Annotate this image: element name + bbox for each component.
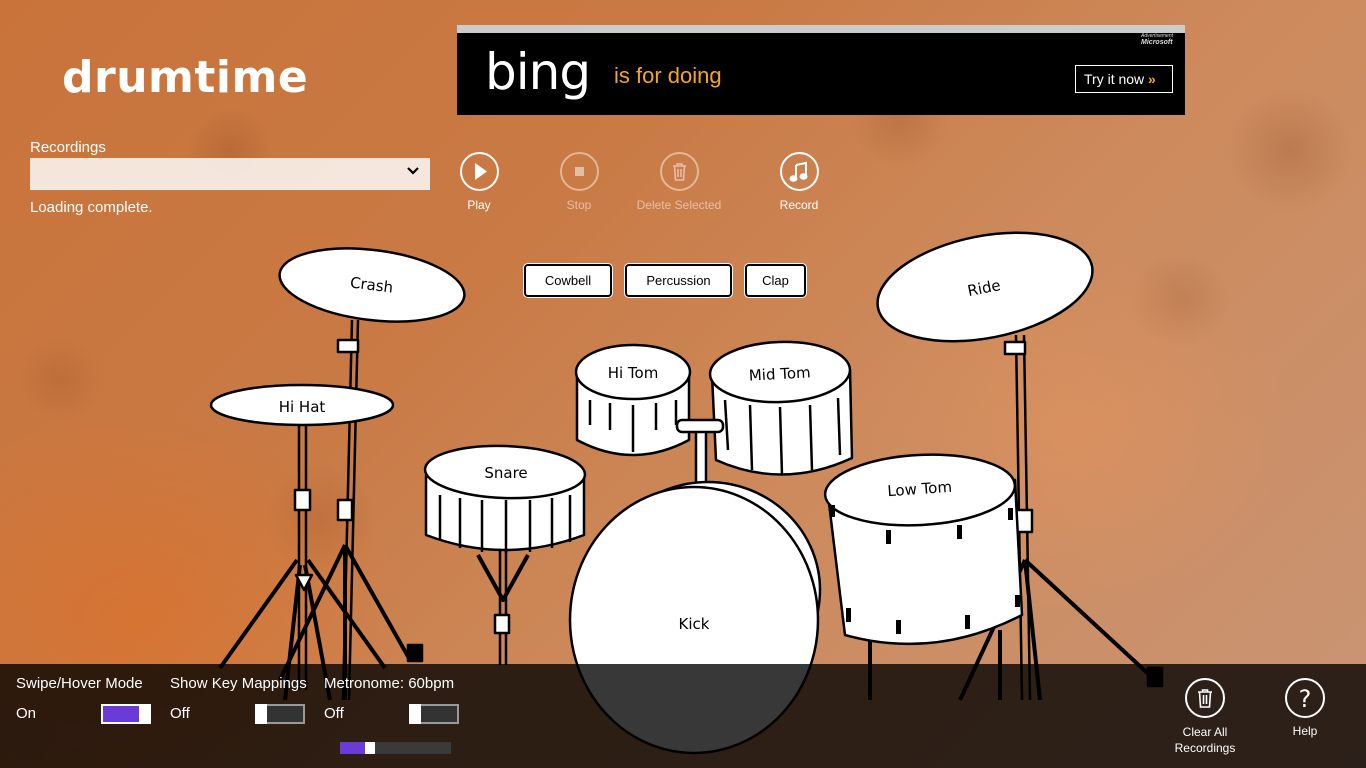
tempo-slider-thumb[interactable] xyxy=(364,742,375,754)
swipe-mode-toggle[interactable] xyxy=(101,704,151,724)
clap-button[interactable]: Clap xyxy=(745,264,806,297)
clear-all-recordings-button[interactable]: Clear All Recordings xyxy=(1160,678,1250,756)
ad-cta-button[interactable]: Try it now » xyxy=(1075,65,1173,93)
stop-button[interactable]: Stop xyxy=(529,152,629,212)
tempo-slider-fill xyxy=(340,742,365,754)
key-mappings-toggle[interactable] xyxy=(255,704,305,724)
ad-badge: Advertisement Microsoft xyxy=(1141,33,1173,46)
swipe-mode-setting: Swipe/Hover Mode On xyxy=(16,675,143,722)
swipe-mode-label: Swipe/Hover Mode xyxy=(16,675,143,692)
status-text: Loading complete. xyxy=(30,199,153,216)
help-label: Help xyxy=(1292,724,1318,738)
trash-icon xyxy=(672,163,686,181)
key-mappings-state: Off xyxy=(170,705,190,722)
hihat-stand xyxy=(218,425,387,701)
kick-label: Kick xyxy=(679,615,710,633)
hi-tom-label: Hi Tom xyxy=(608,364,659,382)
play-label: Play xyxy=(467,198,491,212)
ad-top-strip xyxy=(457,25,1185,33)
stop-label: Stop xyxy=(566,198,592,212)
snare-stand xyxy=(476,548,530,665)
hi-tom-drum[interactable] xyxy=(574,343,692,457)
metronome-label: Metronome: 60bpm xyxy=(324,675,455,692)
recordings-label: Recordings xyxy=(30,139,106,156)
metronome-toggle[interactable] xyxy=(409,704,459,724)
svg-text:?: ? xyxy=(1299,685,1312,713)
clear-all-label: Clear All Recordings xyxy=(1174,725,1236,755)
record-label: Record xyxy=(779,198,819,212)
ad-cta-arrow: » xyxy=(1148,71,1156,87)
snare-drum[interactable] xyxy=(423,443,587,553)
metronome-setting: Metronome: 60bpm Off xyxy=(324,675,455,722)
metronome-tempo-slider[interactable] xyxy=(340,742,451,754)
stop-icon xyxy=(574,167,584,176)
delete-selected-button[interactable]: Delete Selected xyxy=(629,152,729,212)
ad-cta-label: Try it now xyxy=(1084,71,1145,87)
cowbell-button[interactable]: Cowbell xyxy=(524,264,612,297)
delete-selected-label: Delete Selected xyxy=(636,198,722,212)
help-button[interactable]: ? Help xyxy=(1260,678,1350,738)
ad-brand: bing xyxy=(485,43,591,101)
key-mappings-label: Show Key Mappings xyxy=(170,675,307,692)
chevron-down-icon xyxy=(407,167,419,175)
record-button[interactable]: Record xyxy=(749,152,849,212)
snare-label: Snare xyxy=(484,464,527,482)
hihat-label: Hi Hat xyxy=(279,398,326,416)
key-mappings-setting: Show Key Mappings Off xyxy=(170,675,307,722)
ad-badge-brand: Microsoft xyxy=(1141,39,1173,46)
music-note-icon xyxy=(789,161,807,182)
trash-icon xyxy=(1198,689,1212,708)
metronome-state: Off xyxy=(324,705,344,722)
play-icon xyxy=(474,163,487,180)
percussion-button[interactable]: Percussion xyxy=(625,264,732,297)
app-logo: drumtime xyxy=(62,52,309,103)
recordings-dropdown[interactable] xyxy=(30,158,430,190)
mid-tom-label: Mid Tom xyxy=(748,363,811,384)
question-icon: ? xyxy=(1299,685,1312,713)
mid-tom-drum[interactable] xyxy=(708,340,854,476)
swipe-mode-state: On xyxy=(16,705,37,722)
ad-tagline: is for doing xyxy=(614,63,722,88)
ad-banner[interactable]: Advertisement Microsoft bing is for doin… xyxy=(457,25,1185,115)
play-button[interactable]: Play xyxy=(429,152,529,212)
